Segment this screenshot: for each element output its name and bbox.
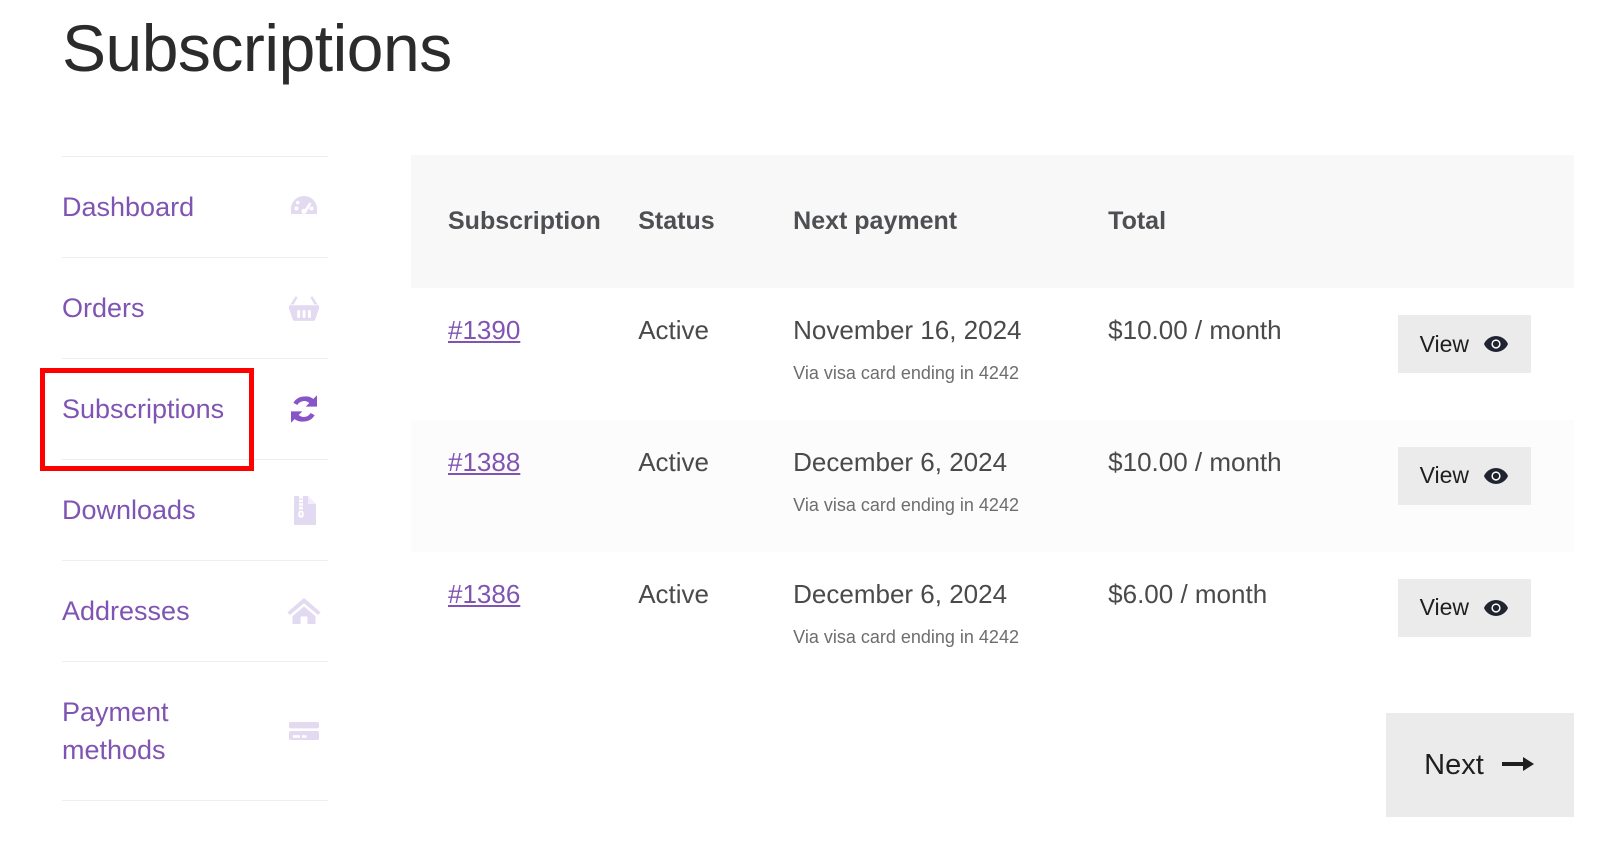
sidebar-item-label: Payment methods [62,696,169,765]
eye-icon [1483,335,1509,353]
column-header-actions [1366,155,1574,288]
zip-file-icon [284,490,324,530]
status-badge: Active [638,446,710,477]
sidebar-item-orders[interactable]: Orders [62,257,328,358]
view-button-label: View [1419,462,1469,489]
subscriptions-table-container: Subscription Status Next payment Total #… [411,155,1574,684]
cell-next-payment: December 6, 2024 Via visa card ending in… [793,551,1109,684]
next-page-label: Next [1424,748,1484,781]
next-payment-date: November 16, 2024 [793,315,1022,345]
sidebar-item-label: Orders [62,292,145,323]
refresh-icon [284,389,324,429]
arrow-right-icon [1501,749,1536,782]
cell-next-payment: November 16, 2024 Via visa card ending i… [793,288,1109,420]
subscriptions-table: Subscription Status Next payment Total #… [411,155,1574,684]
page-title: Subscriptions [62,11,452,85]
gauge-icon [284,187,324,227]
sidebar-item-payment-methods[interactable]: Payment methods [62,661,328,801]
sidebar-item-dashboard[interactable]: Dashboard [62,156,328,257]
next-payment-date: December 6, 2024 [793,578,1008,609]
view-button-label: View [1419,330,1469,357]
status-badge: Active [638,578,710,609]
cell-subscription: #1390 [411,288,639,420]
table-row: #1388 Active December 6, 2024 Via visa c… [411,419,1574,552]
next-payment-method-note: Via visa card ending in 4242 [793,494,1019,515]
basket-icon [284,288,324,328]
subscription-link[interactable]: #1386 [448,579,520,609]
sidebar-item-subscriptions[interactable]: Subscriptions [62,358,328,459]
view-button-label: View [1419,594,1469,621]
subscription-link[interactable]: #1390 [448,315,520,345]
table-header-row: Subscription Status Next payment Total [411,155,1574,288]
column-header-subscription: Subscription [411,155,639,288]
account-sidebar-nav: Dashboard Orders Subscriptions Downloads… [62,156,328,801]
status-badge: Active [638,315,710,345]
eye-icon [1483,599,1509,617]
subscription-link[interactable]: #1388 [448,447,520,477]
sidebar-item-label: Downloads [62,494,196,525]
cell-status: Active [638,288,794,420]
total-amount: $10.00 / month [1108,315,1282,345]
cell-status: Active [638,419,794,552]
cell-actions: View [1366,419,1574,552]
pagination-controls: Next [411,713,1574,817]
sidebar-item-downloads[interactable]: Downloads [62,459,328,560]
sidebar-item-label: Subscriptions [62,393,225,424]
table-body: #1390 Active November 16, 2024 Via visa … [411,288,1574,684]
next-payment-method-note: Via visa card ending in 4242 [793,363,1019,384]
cell-next-payment: December 6, 2024 Via visa card ending in… [793,419,1109,552]
table-row: #1390 Active November 16, 2024 Via visa … [411,288,1574,420]
view-button[interactable]: View [1397,315,1531,373]
account-page: Subscriptions Dashboard Orders Subscript… [0,0,1600,862]
cell-subscription: #1388 [411,419,639,552]
view-button[interactable]: View [1397,446,1531,505]
total-amount: $6.00 / month [1108,578,1268,609]
home-icon [284,591,324,631]
next-page-button[interactable]: Next [1386,713,1574,817]
next-payment-method-note: Via visa card ending in 4242 [793,626,1019,647]
cell-total: $10.00 / month [1108,288,1367,420]
cell-subscription: #1386 [411,551,639,684]
total-amount: $10.00 / month [1108,446,1282,477]
eye-icon [1483,467,1509,485]
sidebar-item-label: Dashboard [62,191,195,222]
column-header-next-payment: Next payment [793,155,1109,288]
view-button[interactable]: View [1397,578,1531,637]
sidebar-item-addresses[interactable]: Addresses [62,560,328,661]
credit-card-icon [284,711,324,751]
column-header-total: Total [1108,155,1367,288]
next-payment-date: December 6, 2024 [793,446,1008,477]
table-row: #1386 Active December 6, 2024 Via visa c… [411,551,1574,684]
cell-total: $10.00 / month [1108,419,1367,552]
column-header-status: Status [638,155,794,288]
table-header: Subscription Status Next payment Total [411,155,1574,288]
cell-actions: View [1366,551,1574,684]
cell-actions: View [1366,288,1574,420]
cell-total: $6.00 / month [1108,551,1367,684]
cell-status: Active [638,551,794,684]
sidebar-item-label: Addresses [62,595,190,626]
